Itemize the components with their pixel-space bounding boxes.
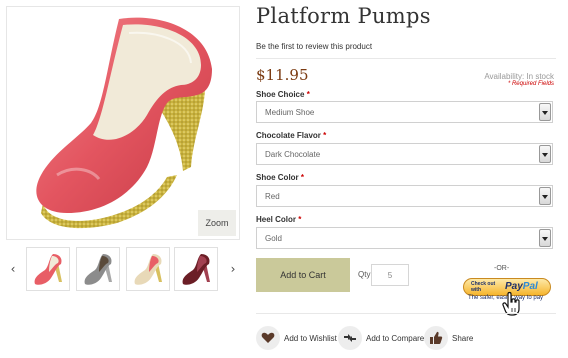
chevron-left-icon[interactable]: ‹ [8, 262, 18, 276]
chevron-down-icon[interactable] [539, 229, 551, 247]
chevron-down-icon[interactable] [539, 145, 551, 163]
product-title: Platform Pumps [256, 4, 431, 28]
thumbs-up-icon [430, 331, 443, 344]
main-product-image[interactable]: Zoom [6, 6, 240, 240]
divider [256, 58, 556, 59]
zoom-button[interactable]: Zoom [198, 210, 236, 236]
chevron-down-icon[interactable] [539, 187, 551, 205]
compare-arrows-icon [344, 334, 356, 342]
divider [256, 313, 556, 314]
shoe-thumbnail-image [34, 254, 62, 285]
shoe-choice-select[interactable]: Medium Shoe [256, 101, 553, 123]
or-separator: -OR- [494, 265, 510, 272]
thumbnail-1[interactable] [26, 247, 70, 291]
shoe-image [36, 17, 212, 229]
review-link[interactable]: Be the first to review this product [256, 42, 372, 51]
select-value: Medium Shoe [265, 108, 315, 117]
select-value: Gold [265, 234, 282, 243]
shoe-color-select[interactable]: Red [256, 185, 553, 207]
chevron-down-icon[interactable] [539, 103, 551, 121]
chevron-right-icon[interactable]: › [228, 262, 238, 276]
heart-icon [261, 332, 275, 343]
quantity-input[interactable]: 5 [371, 264, 409, 286]
chocolate-flavor-select[interactable]: Dark Chocolate [256, 143, 553, 165]
required-fields-note: * Required Fields [507, 81, 554, 87]
heel-color-select[interactable]: Gold [256, 227, 553, 249]
shoe-choice-label: Shoe Choice * [256, 90, 310, 99]
chocolate-flavor-label: Chocolate Flavor * [256, 131, 327, 140]
thumbnail-2[interactable] [76, 247, 120, 291]
select-value: Dark Chocolate [265, 150, 321, 159]
thumbnail-4[interactable] [174, 247, 218, 291]
thumbnail-3[interactable] [126, 247, 170, 291]
heel-color-label: Heel Color * [256, 215, 302, 224]
shoe-thumbnail-image [84, 254, 112, 285]
shoe-color-label: Shoe Color * [256, 173, 305, 182]
select-value: Red [265, 192, 280, 201]
add-to-cart-button[interactable]: Add to Cart [256, 258, 350, 292]
shoe-thumbnail-image [182, 254, 210, 285]
product-price: $11.95 [256, 66, 309, 84]
shoe-thumbnail-image [134, 254, 162, 285]
availability-status: Availability: In stock [484, 72, 554, 81]
paypal-checkout-text: Check out with [471, 281, 496, 293]
